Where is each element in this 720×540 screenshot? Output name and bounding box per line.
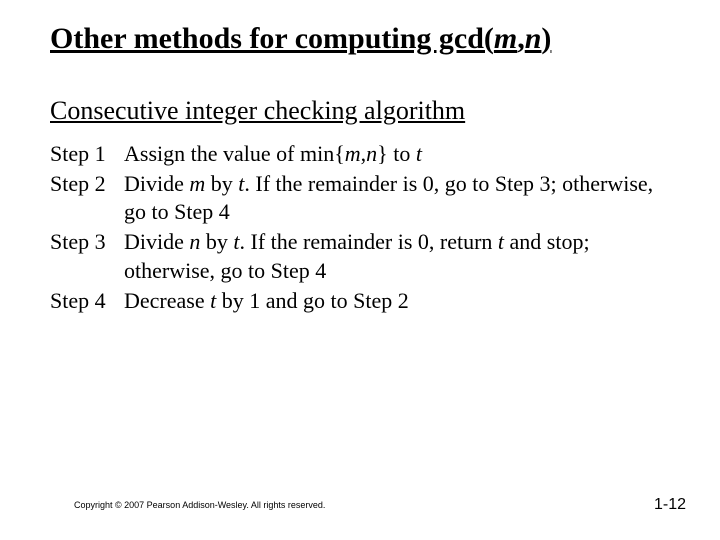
slide: Other methods for computing gcd(m,n) Con… xyxy=(0,0,720,540)
step-body: Divide m by t. If the remainder is 0, go… xyxy=(124,170,670,226)
copyright-text: Copyright © 2007 Pearson Addison-Wesley.… xyxy=(74,500,325,510)
step-text: n xyxy=(366,141,377,166)
step-text: Assign the value of min{ xyxy=(124,141,345,166)
step-label: Step 3 xyxy=(50,228,124,256)
step-text: Divide xyxy=(124,171,189,196)
title-part1: Other methods for computing gcd( xyxy=(50,22,494,55)
title-comma: , xyxy=(517,22,525,55)
step-row: Step 2Divide m by t. If the remainder is… xyxy=(50,170,670,226)
step-text: m xyxy=(345,141,361,166)
title-n: n xyxy=(525,22,542,55)
page-number: 1-12 xyxy=(654,496,686,514)
step-text: m xyxy=(189,171,205,196)
step-row: Step 4Decrease t by 1 and go to Step 2 xyxy=(50,287,670,315)
title-part2: ) xyxy=(541,22,551,55)
step-text: n xyxy=(189,229,200,254)
step-text: . If the remainder is 0, return xyxy=(240,229,498,254)
step-label: Step 2 xyxy=(50,170,124,198)
slide-subtitle: Consecutive integer checking algorithm xyxy=(50,96,465,126)
step-row: Step 3Divide n by t. If the remainder is… xyxy=(50,228,670,284)
slide-title: Other methods for computing gcd(m,n) xyxy=(50,22,551,56)
step-text: Decrease xyxy=(124,288,210,313)
step-label: Step 4 xyxy=(50,287,124,315)
title-m: m xyxy=(494,22,517,55)
step-text: } to xyxy=(377,141,416,166)
step-text: by xyxy=(200,229,233,254)
steps-block: Step 1Assign the value of min{m,n} to tS… xyxy=(50,140,670,317)
step-body: Assign the value of min{m,n} to t xyxy=(124,140,670,168)
step-row: Step 1Assign the value of min{m,n} to t xyxy=(50,140,670,168)
step-body: Divide n by t. If the remainder is 0, re… xyxy=(124,228,670,284)
step-text: Divide xyxy=(124,229,189,254)
step-text: by xyxy=(205,171,238,196)
step-label: Step 1 xyxy=(50,140,124,168)
step-text: t xyxy=(416,141,422,166)
step-text: by 1 and go to Step 2 xyxy=(216,288,409,313)
step-body: Decrease t by 1 and go to Step 2 xyxy=(124,287,670,315)
